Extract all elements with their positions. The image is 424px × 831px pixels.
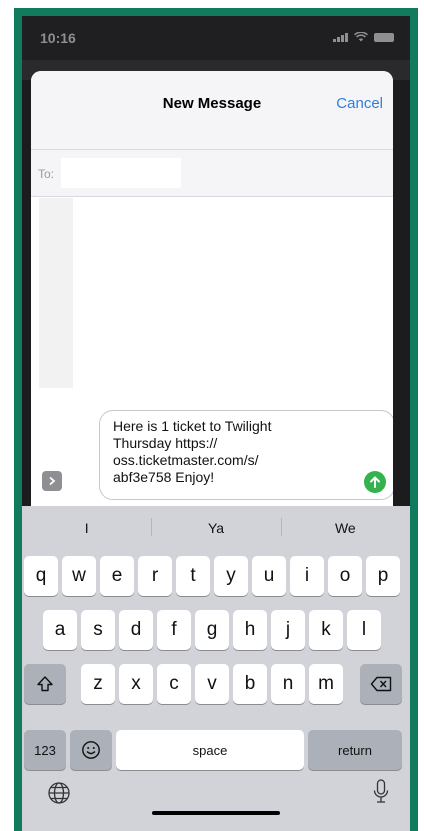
- key-f[interactable]: f: [157, 610, 191, 650]
- key-a[interactable]: a: [43, 610, 77, 650]
- expand-apps-button[interactable]: [42, 471, 62, 491]
- home-indicator: [152, 811, 280, 815]
- key-c[interactable]: c: [157, 664, 191, 704]
- nav-bar: New Message Cancel: [31, 71, 393, 149]
- key-q[interactable]: q: [24, 556, 58, 596]
- to-field[interactable]: [61, 158, 181, 188]
- key-b[interactable]: b: [233, 664, 267, 704]
- message-text: Here is 1 ticket to Twilight Thursday ht…: [113, 418, 272, 485]
- shift-icon: [37, 676, 53, 692]
- suggestion-2[interactable]: Ya: [151, 506, 280, 546]
- key-d[interactable]: d: [119, 610, 153, 650]
- keyboard: I Ya We q w e r t y u i o p a s d f g h …: [22, 506, 410, 831]
- key-j[interactable]: j: [271, 610, 305, 650]
- key-z[interactable]: z: [81, 664, 115, 704]
- key-x[interactable]: x: [119, 664, 153, 704]
- key-n[interactable]: n: [271, 664, 305, 704]
- key-t[interactable]: t: [176, 556, 210, 596]
- message-thread: [31, 198, 393, 398]
- status-icons: [333, 32, 394, 42]
- cancel-button[interactable]: Cancel: [336, 95, 383, 112]
- emoji-icon: [82, 741, 100, 759]
- key-m[interactable]: m: [309, 664, 343, 704]
- microphone-icon[interactable]: [373, 779, 389, 805]
- suggestion-1[interactable]: I: [22, 506, 151, 546]
- status-time: 10:16: [40, 30, 76, 46]
- suggestion-3[interactable]: We: [280, 506, 410, 546]
- key-i[interactable]: i: [290, 556, 324, 596]
- key-w[interactable]: w: [62, 556, 96, 596]
- battery-icon: [374, 32, 394, 42]
- key-h[interactable]: h: [233, 610, 267, 650]
- to-row: To:: [31, 149, 393, 197]
- key-k[interactable]: k: [309, 610, 343, 650]
- key-y[interactable]: y: [214, 556, 248, 596]
- wifi-icon: [354, 32, 368, 42]
- key-g[interactable]: g: [195, 610, 229, 650]
- signal-icon: [333, 32, 348, 42]
- key-s[interactable]: s: [81, 610, 115, 650]
- key-o[interactable]: o: [328, 556, 362, 596]
- backspace-icon: [370, 676, 392, 692]
- key-e[interactable]: e: [100, 556, 134, 596]
- to-label: To:: [38, 167, 55, 181]
- key-v[interactable]: v: [195, 664, 229, 704]
- arrow-up-icon: [370, 476, 380, 488]
- thread-placeholder: [39, 198, 73, 388]
- key-r[interactable]: r: [138, 556, 172, 596]
- message-input[interactable]: Here is 1 ticket to Twilight Thursday ht…: [99, 410, 393, 500]
- status-bar: 10:16: [22, 16, 410, 60]
- key-u[interactable]: u: [252, 556, 286, 596]
- send-button[interactable]: [364, 471, 386, 493]
- chevron-right-icon: [49, 476, 56, 486]
- numbers-key[interactable]: 123: [24, 730, 66, 770]
- predictive-bar: I Ya We: [22, 506, 410, 546]
- return-key[interactable]: return: [308, 730, 402, 770]
- key-p[interactable]: p: [366, 556, 400, 596]
- phone-screen: 10:16 New Message Cancel To: Here is 1 t…: [22, 16, 410, 831]
- space-key[interactable]: space: [116, 730, 304, 770]
- emoji-key[interactable]: [70, 730, 112, 770]
- shift-key[interactable]: [24, 664, 66, 704]
- delete-key[interactable]: [360, 664, 402, 704]
- key-l[interactable]: l: [347, 610, 381, 650]
- globe-icon[interactable]: [47, 781, 71, 805]
